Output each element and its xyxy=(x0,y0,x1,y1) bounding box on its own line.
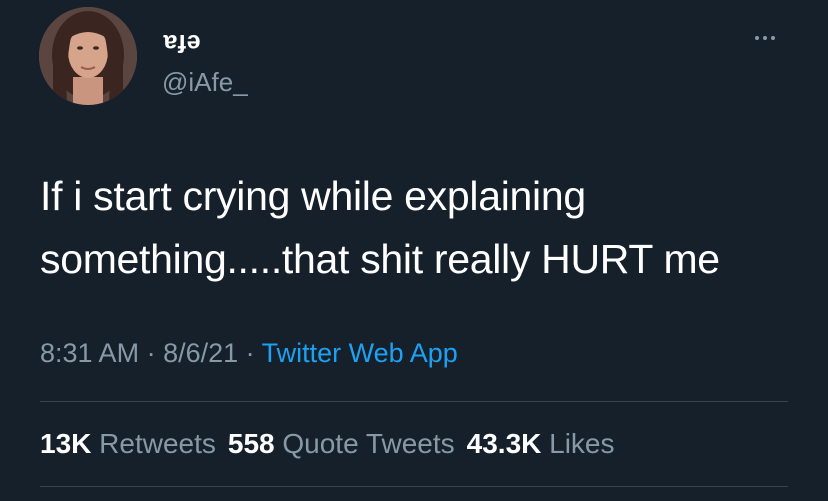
retweets-stat[interactable]: 13K Retweets xyxy=(40,428,216,459)
more-horizontal-icon-dot xyxy=(771,36,775,40)
quote-tweets-stat[interactable]: 558 Quote Tweets xyxy=(228,428,455,459)
more-options-button[interactable] xyxy=(748,26,782,50)
quote-tweets-count: 558 xyxy=(227,428,275,459)
divider xyxy=(40,401,788,402)
more-horizontal-icon xyxy=(755,36,759,40)
tweet-detail: efa @iAfe_ If i start crying while expla… xyxy=(0,0,828,501)
separator: · xyxy=(238,338,262,368)
quote-tweets-label: Quote Tweets xyxy=(282,428,455,459)
likes-count: 43.3K xyxy=(466,428,542,459)
more-horizontal-icon-dot xyxy=(763,36,767,40)
tweet-text-line: something.....that shit really HURT me xyxy=(40,236,720,282)
avatar-photo xyxy=(39,7,137,105)
likes-stat[interactable]: 43.3K Likes xyxy=(467,428,615,459)
tweet-time[interactable]: 8:31 AM xyxy=(40,338,139,368)
tweet-text-line: If i start crying while explaining xyxy=(40,173,586,219)
tweet-date[interactable]: 8/6/21 xyxy=(163,338,238,368)
separator: · xyxy=(139,338,164,368)
tweet-text: If i start crying while explaining somet… xyxy=(40,165,800,291)
retweets-count: 13K xyxy=(40,428,92,459)
avatar[interactable] xyxy=(39,7,137,105)
tweet-source-link[interactable]: Twitter Web App xyxy=(262,338,458,368)
user-handle[interactable]: @iAfe_ xyxy=(162,66,248,98)
divider xyxy=(40,486,788,487)
tweet-stats: 13K Retweets 558 Quote Tweets 43.3K Likes xyxy=(40,427,615,461)
tweet-timestamp: 8:31 AM · 8/6/21 · Twitter Web App xyxy=(40,336,458,370)
retweets-label: Retweets xyxy=(99,428,216,459)
likes-label: Likes xyxy=(549,428,615,459)
display-name[interactable]: efa xyxy=(163,28,201,58)
